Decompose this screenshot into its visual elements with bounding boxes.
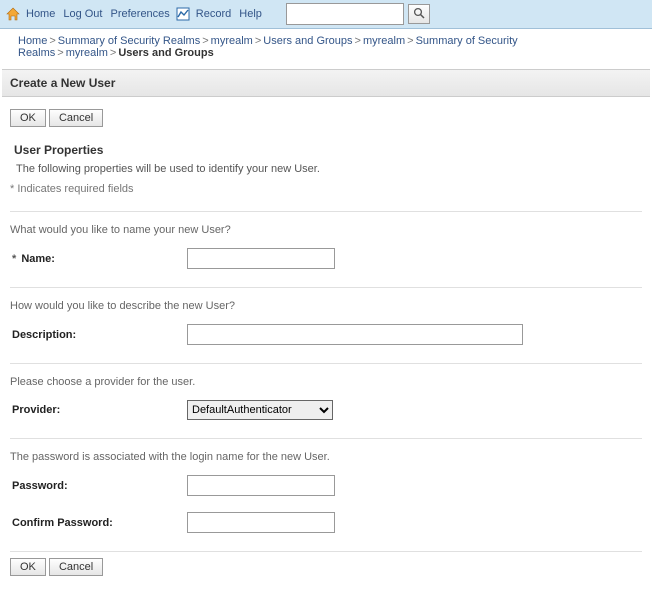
crumb-4[interactable]: myrealm	[363, 35, 405, 47]
cancel-button-bottom[interactable]: Cancel	[49, 558, 103, 576]
nav-home[interactable]: Home	[24, 8, 57, 20]
provider-label: Provider:	[12, 404, 187, 416]
description-prompt: How would you like to describe the new U…	[10, 294, 642, 320]
required-note: * Indicates required fields	[10, 183, 642, 205]
button-row-bottom: OK Cancel	[10, 558, 642, 576]
description-row: Description:	[10, 320, 642, 357]
record-icon	[176, 7, 190, 21]
cancel-button-top[interactable]: Cancel	[49, 109, 103, 127]
crumb-3[interactable]: Users and Groups	[263, 35, 352, 47]
home-icon	[6, 7, 20, 21]
nav-logout[interactable]: Log Out	[61, 8, 104, 20]
password-label: Password:	[12, 480, 187, 492]
required-asterisk: *	[12, 253, 18, 265]
nav-help[interactable]: Help	[237, 8, 264, 20]
provider-select[interactable]: DefaultAuthenticator	[187, 400, 333, 420]
divider	[10, 287, 642, 288]
name-row: * Name:	[10, 244, 642, 281]
section-title: User Properties	[10, 137, 642, 161]
section-help: The following properties will be used to…	[10, 161, 642, 183]
nav-preferences[interactable]: Preferences	[108, 8, 171, 20]
search-input[interactable]	[286, 3, 404, 25]
name-input[interactable]	[187, 248, 335, 269]
confirm-password-label: Confirm Password:	[12, 517, 187, 529]
crumb-0[interactable]: Home	[18, 35, 47, 47]
password-prompt: The password is associated with the logi…	[10, 445, 642, 471]
crumb-2[interactable]: myrealm	[211, 35, 253, 47]
crumb-1[interactable]: Summary of Security Realms	[58, 35, 200, 47]
confirm-password-input[interactable]	[187, 512, 335, 533]
divider	[10, 211, 642, 212]
ok-button-bottom[interactable]: OK	[10, 558, 46, 576]
top-navbar: Home Log Out Preferences Record Help	[0, 0, 652, 29]
page-title: Create a New User	[2, 69, 650, 97]
search-icon	[413, 7, 425, 22]
divider	[10, 438, 642, 439]
breadcrumb: Home>Summary of Security Realms>myrealm>…	[0, 29, 652, 67]
provider-row: Provider: DefaultAuthenticator	[10, 396, 642, 432]
ok-button-top[interactable]: OK	[10, 109, 46, 127]
divider	[10, 551, 642, 552]
divider	[10, 363, 642, 364]
confirm-password-row: Confirm Password:	[10, 508, 642, 545]
nav-record[interactable]: Record	[194, 8, 233, 20]
crumb-current: Users and Groups	[118, 47, 213, 59]
search-button[interactable]	[408, 4, 430, 24]
name-prompt: What would you like to name your new Use…	[10, 218, 642, 244]
button-row-top: OK Cancel	[10, 109, 642, 127]
description-input[interactable]	[187, 324, 523, 345]
password-row: Password:	[10, 471, 642, 508]
description-label: Description:	[12, 329, 187, 341]
provider-prompt: Please choose a provider for the user.	[10, 370, 642, 396]
name-label: * Name:	[12, 253, 187, 265]
password-input[interactable]	[187, 475, 335, 496]
crumb-6[interactable]: myrealm	[66, 47, 108, 59]
